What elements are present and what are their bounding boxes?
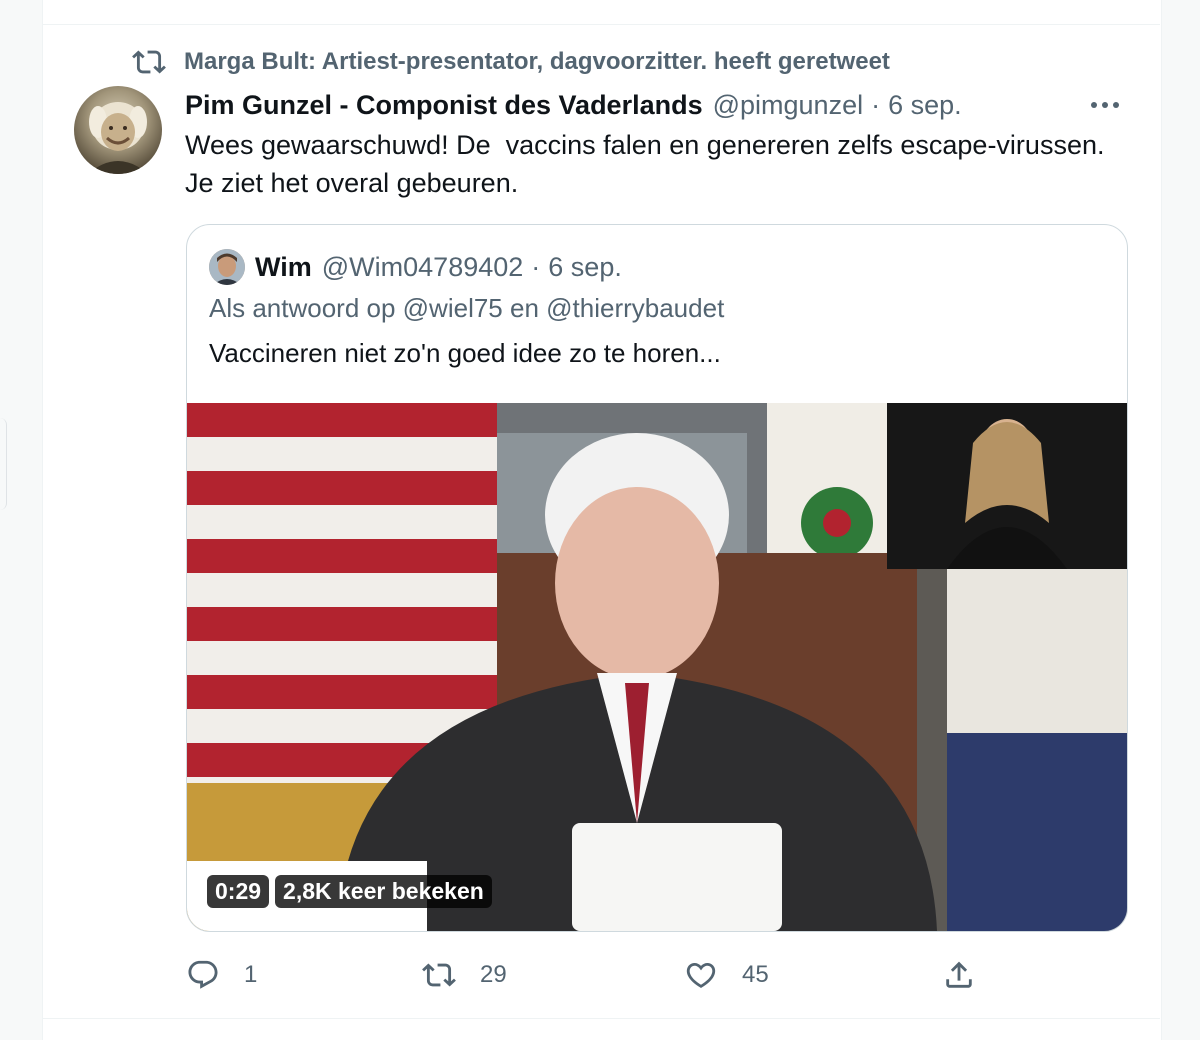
quoted-avatar-image bbox=[209, 249, 245, 285]
tweet-actions: 1 29 45 bbox=[186, 952, 986, 998]
tweet-date[interactable]: 6 sep. bbox=[888, 90, 962, 121]
like-button[interactable]: 45 bbox=[684, 952, 769, 998]
quoted-author-name[interactable]: Wim bbox=[255, 252, 312, 283]
more-button[interactable] bbox=[1085, 86, 1125, 124]
author-handle[interactable]: @pimgunzel bbox=[713, 90, 863, 121]
video-badges: 0:29 2,8K keer bekeken bbox=[207, 875, 492, 908]
tweet-text: Wees gewaarschuwd! De vaccins falen en g… bbox=[185, 126, 1145, 202]
author-name[interactable]: Pim Gunzel - Componist des Vaderlands bbox=[185, 90, 703, 121]
video-views: 2,8K keer bekeken bbox=[275, 875, 492, 908]
heart-icon bbox=[686, 962, 716, 988]
video-player[interactable]: 0:29 2,8K keer bekeken bbox=[187, 403, 1127, 931]
quoted-author-handle[interactable]: @Wim04789402 bbox=[322, 252, 524, 283]
reply-count: 1 bbox=[244, 961, 258, 988]
like-count: 45 bbox=[742, 961, 769, 988]
quoted-tweet-header: Wim @Wim04789402 · 6 sep. bbox=[209, 247, 622, 287]
video-thumbnail bbox=[187, 403, 1127, 931]
reply-context: Als antwoord op @wiel75 en @thierrybaude… bbox=[209, 293, 725, 323]
quoted-tweet-text: Vaccineren niet zo'n goed idee zo te hor… bbox=[209, 338, 721, 368]
retweet-count: 29 bbox=[480, 961, 507, 988]
retweet-icon bbox=[132, 50, 166, 74]
separator-dot: · bbox=[871, 89, 881, 120]
more-icon bbox=[1091, 102, 1119, 108]
tweet-header: Pim Gunzel - Componist des Vaderlands @p… bbox=[185, 86, 1125, 124]
left-edge-indicator bbox=[0, 418, 7, 510]
tweet-text-line: Je ziet het overal gebeuren. bbox=[185, 168, 519, 198]
share-button[interactable] bbox=[942, 952, 976, 998]
reply-icon bbox=[188, 960, 218, 989]
separator-dot: · bbox=[531, 251, 541, 282]
video-duration: 0:29 bbox=[207, 875, 270, 908]
retweet-button[interactable]: 29 bbox=[422, 952, 507, 998]
divider-bottom bbox=[42, 1018, 1160, 1019]
share-icon bbox=[946, 961, 972, 988]
divider-top bbox=[42, 24, 1160, 25]
retweet-context[interactable]: Marga Bult: Artiest-presentator, dagvoor… bbox=[132, 44, 890, 80]
avatar[interactable] bbox=[74, 86, 162, 174]
tweet-text-line: Wees gewaarschuwd! De vaccins falen en g… bbox=[185, 130, 1105, 160]
quoted-tweet-date[interactable]: 6 sep. bbox=[548, 252, 622, 283]
retweet-icon bbox=[422, 963, 456, 987]
reply-button[interactable]: 1 bbox=[186, 952, 257, 998]
quoted-avatar[interactable] bbox=[209, 249, 245, 285]
avatar-image bbox=[88, 102, 148, 174]
quoted-tweet[interactable]: Wim @Wim04789402 · 6 sep. Als antwoord o… bbox=[186, 224, 1128, 932]
retweet-context-label: Marga Bult: Artiest-presentator, dagvoor… bbox=[184, 48, 890, 75]
